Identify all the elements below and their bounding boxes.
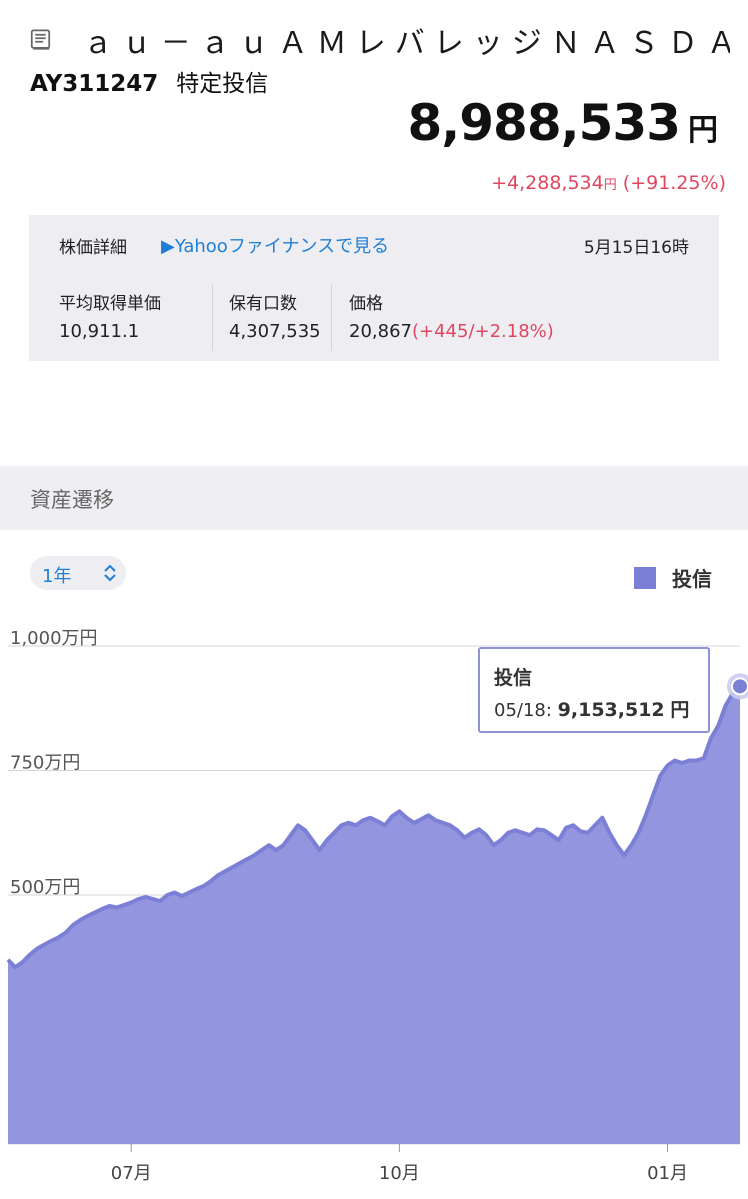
units-value: 4,307,535 — [229, 321, 321, 342]
legend-label: 投信 — [672, 567, 712, 591]
yahoo-finance-link[interactable]: ▶Yahooファイナンスで見る — [161, 232, 389, 258]
price-change: (+445/+2.18%) — [411, 321, 554, 342]
gain-line: +4,288,534円 (+91.25%) — [491, 172, 726, 194]
valuation-unit: 円 — [688, 113, 718, 148]
price-value: 20,867 — [349, 321, 412, 342]
price-date: 5月15日16時 — [583, 238, 689, 258]
fund-code: AY311247 — [30, 71, 159, 97]
x-tick-label: 01月 — [647, 1163, 688, 1184]
tooltip-value: 9,153,512 — [557, 699, 665, 721]
units-label: 保有口数 — [229, 294, 297, 314]
gain-amount: +4,288,534 — [491, 172, 604, 194]
period-value: 1年 — [42, 566, 72, 587]
y-tick-label: 1,000万円 — [10, 628, 98, 649]
divider — [331, 285, 332, 351]
tooltip-date: 05/18: — [494, 700, 552, 721]
avg-cost-label: 平均取得単価 — [59, 294, 161, 314]
x-tick-label: 10月 — [379, 1163, 420, 1184]
y-tick-label: 750万円 — [10, 753, 80, 774]
price-value-row: 20,867(+445/+2.18%) — [349, 321, 554, 342]
fund-title-row: ａｕ－ａｕＡＭレバレッジＮＡＳＤＡＱ… — [30, 18, 730, 62]
chart-tooltip: 投信 05/18: 9,153,512 円 — [478, 647, 710, 733]
gain-percent: (+91.25%) — [622, 172, 726, 194]
tooltip-title: 投信 — [494, 667, 533, 689]
tooltip-body: 05/18: 9,153,512 円 — [494, 695, 689, 722]
x-tick-label: 07月 — [111, 1163, 152, 1184]
book-icon — [30, 29, 51, 50]
chart-legend: 投信 — [634, 563, 712, 592]
series-area — [8, 688, 740, 1144]
period-select[interactable]: 1年 — [30, 556, 126, 590]
fund-name: ａｕ－ａｕＡＭレバレッジＮＡＳＤＡＱ… — [82, 26, 730, 61]
gain-unit: 円 — [603, 178, 617, 193]
price-detail-panel: 株価詳細 ▶Yahooファイナンスで見る 5月15日16時 平均取得単価 10,… — [29, 215, 719, 361]
tooltip-unit: 円 — [670, 699, 690, 721]
valuation-amount: 8,988,533 — [407, 94, 681, 152]
valuation: 8,988,533 円 — [407, 94, 718, 152]
avg-cost-value: 10,911.1 — [59, 321, 140, 342]
chevron-up-down-icon — [104, 564, 116, 582]
divider — [212, 285, 213, 351]
history-title: 資産遷移 — [30, 488, 114, 512]
y-tick-label: 500万円 — [10, 877, 80, 898]
highlight-point — [731, 677, 748, 696]
account-type: 特定投信 — [176, 71, 269, 97]
price-label: 価格 — [349, 294, 383, 314]
legend-swatch — [634, 566, 656, 589]
fund-code-row: AY311247 特定投信 — [30, 64, 268, 98]
price-detail-label: 株価詳細 — [59, 238, 127, 258]
